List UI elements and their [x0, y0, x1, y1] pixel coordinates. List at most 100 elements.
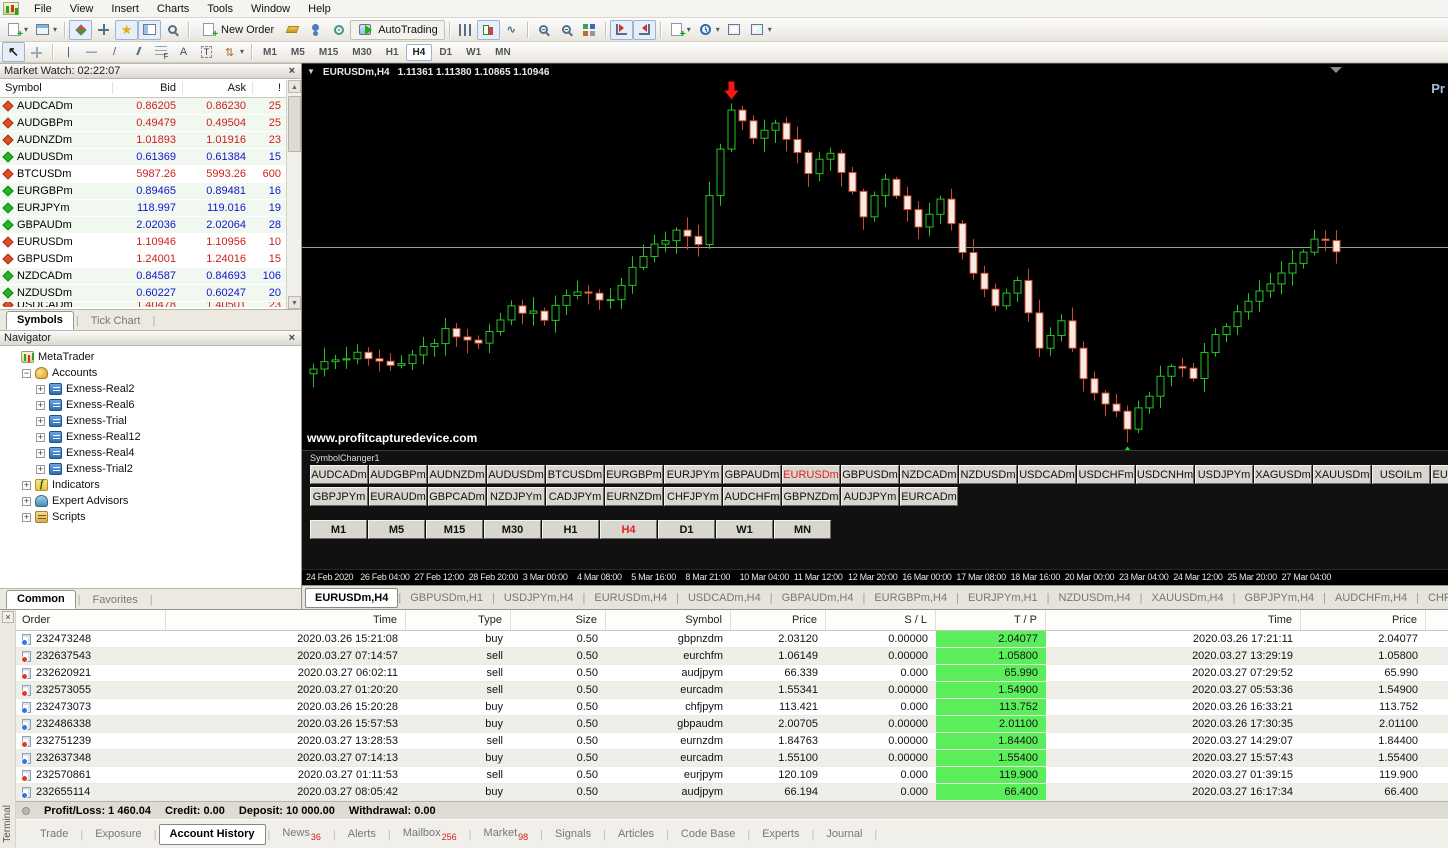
scroll-down-icon[interactable]: ▼ [288, 296, 301, 309]
terminal-tab-code-base[interactable]: Code Base [671, 825, 745, 844]
candle-chart-button[interactable] [476, 19, 500, 40]
chart-tab-1[interactable]: GBPUSDm,H1 [401, 589, 492, 607]
bar-chart-button[interactable] [454, 20, 477, 40]
terminal-tab-exposure[interactable]: Exposure [85, 825, 151, 844]
cursor-tool[interactable]: ↖ [2, 42, 25, 62]
layouts-button[interactable]: ▾ [746, 20, 775, 40]
history-column-price[interactable]: Price [731, 610, 826, 630]
sc-timeframe-mn[interactable]: MN [774, 520, 831, 539]
terminal-tab-journal[interactable]: Journal [816, 825, 872, 844]
column-symbol[interactable]: Symbol [0, 82, 112, 94]
sc-timeframe-h4[interactable]: H4 [600, 520, 657, 539]
symbol-button-usdcadm[interactable]: USDCADm [1018, 465, 1076, 484]
navigator-toggle[interactable]: ★ [115, 19, 139, 40]
history-column-type[interactable]: Type [406, 610, 511, 630]
market-watch-row[interactable]: EURJPYm 118.997 119.016 19 [0, 200, 286, 217]
market-watch-row[interactable]: AUDUSDm 0.61369 0.61384 15 [0, 149, 286, 166]
chart-tab-11[interactable]: AUDCHFm,H4 [1326, 589, 1416, 607]
symbol-button-usdchfm[interactable]: USDCHFm [1077, 465, 1135, 484]
symbol-button-gbpaudm[interactable]: GBPAUDm [723, 465, 781, 484]
column-ask[interactable]: Ask [182, 82, 252, 94]
vertical-line-tool[interactable]: | [57, 42, 80, 62]
symbol-button-audcadm[interactable]: AUDCADm [310, 465, 368, 484]
symbol-button-xagusdm[interactable]: XAGUSDm [1254, 465, 1312, 484]
symbol-button-audnzdm[interactable]: AUDNZDm [428, 465, 486, 484]
history-column-order[interactable]: Order [16, 610, 166, 630]
symbol-button-audgbpm[interactable]: AUDGBPm [369, 465, 427, 484]
chart-tab-5[interactable]: GBPAUDm,H4 [773, 589, 863, 607]
expand-icon[interactable]: + [36, 432, 45, 442]
expand-icon[interactable]: + [36, 400, 45, 410]
sc-timeframe-d1[interactable]: D1 [658, 520, 715, 539]
collapse-icon[interactable]: − [22, 368, 31, 378]
market-watch-row[interactable]: NZDCADm 0.84587 0.84693 106 [0, 268, 286, 285]
crosshair-tool[interactable] [25, 42, 48, 62]
market-watch-row[interactable]: AUDNZDm 1.01893 1.01916 23 [0, 132, 286, 149]
navigator-tab-favorites[interactable]: Favorites [83, 592, 148, 609]
expand-icon[interactable]: + [22, 496, 31, 506]
new-order-button[interactable]: + New Order [193, 20, 281, 40]
chart-tab-12[interactable]: CHFJPYm,H1 [1419, 589, 1448, 607]
sc-timeframe-w1[interactable]: W1 [716, 520, 773, 539]
market-watch-close-icon[interactable]: × [287, 66, 297, 77]
expand-icon[interactable]: + [36, 384, 45, 394]
history-row[interactable]: 232473073 2020.03.26 15:20:28 buy 0.50 chfjp… [16, 699, 1448, 716]
terminal-tab-trade[interactable]: Trade [30, 825, 78, 844]
symbol-button-chfjpym[interactable]: CHFJPYm [664, 487, 722, 506]
symbol-button-eurgbpm[interactable]: EURGBPm [605, 465, 663, 484]
history-row[interactable]: 232637543 2020.03.27 07:14:57 sell 0.50 eurc… [16, 648, 1448, 665]
menu-help[interactable]: Help [299, 2, 340, 16]
symbol-button-cadjpym[interactable]: CADJPYm [546, 487, 604, 506]
column-bid[interactable]: Bid [112, 82, 182, 94]
market-watch-row[interactable]: AUDCADm 0.86205 0.86230 25 [0, 98, 286, 115]
navigator-tab-common[interactable]: Common [6, 590, 76, 609]
symbol-button-usdjpym[interactable]: USDJPYm [1195, 465, 1253, 484]
scrollbar-thumb[interactable] [288, 96, 301, 152]
auto-scroll-button[interactable] [609, 19, 633, 40]
menu-tools[interactable]: Tools [198, 2, 242, 16]
symbol-button-eurjpym[interactable]: EURJPYm [664, 465, 722, 484]
expand-icon[interactable]: + [22, 512, 31, 522]
history-row[interactable]: 232637348 2020.03.27 07:14:13 buy 0.50 eurca… [16, 750, 1448, 767]
tree-item-metatrader[interactable]: MetaTrader [4, 349, 301, 365]
market-watch-row[interactable]: USDCADm 1.40478 1.40501 23 [0, 302, 286, 308]
history-column-size[interactable]: Size [511, 610, 606, 630]
tree-item-scripts[interactable]: + Scripts [4, 509, 301, 525]
symbol-button-usoilm[interactable]: USOILm [1372, 465, 1430, 484]
symbol-button-nzdjpym[interactable]: NZDJPYm [487, 487, 545, 506]
zoom-in-button[interactable] [532, 20, 555, 40]
market-watch-tab-symbols[interactable]: Symbols [6, 311, 74, 330]
terminal-tab-experts[interactable]: Experts [752, 825, 809, 844]
indicators-button[interactable]: + ▾ [665, 20, 694, 40]
text-tool[interactable]: A [172, 42, 195, 62]
expand-icon[interactable]: + [22, 480, 31, 490]
terminal-tab-market[interactable]: Market 98 [474, 824, 539, 846]
market-watch-tab-tick-chart[interactable]: Tick Chart [81, 313, 151, 330]
menu-insert[interactable]: Insert [102, 2, 148, 16]
market-watch-row[interactable]: EURUSDm 1.10946 1.10956 10 [0, 234, 286, 251]
data-window-toggle[interactable] [92, 20, 115, 40]
history-row[interactable]: 232486338 2020.03.26 15:57:53 buy 0.50 gbpau… [16, 716, 1448, 733]
menu-file[interactable]: File [25, 2, 61, 16]
sc-timeframe-m30[interactable]: M30 [484, 520, 541, 539]
history-column-time[interactable]: Time [166, 610, 406, 630]
tree-item-indicators[interactable]: + Indicators [4, 477, 301, 493]
symbol-button-eurnzdm[interactable]: EURNZDm [605, 487, 663, 506]
history-column-sl[interactable]: S / L [826, 610, 936, 630]
chart-menu-icon[interactable]: ▼ [307, 67, 315, 78]
chart-tab-9[interactable]: XAUUSDm,H4 [1142, 589, 1232, 607]
terminal-tab-mailbox[interactable]: Mailbox 256 [393, 824, 467, 846]
terminal-tab-signals[interactable]: Signals [545, 825, 601, 844]
sc-timeframe-m1[interactable]: M1 [310, 520, 367, 539]
chart-tab-4[interactable]: USDCADm,H4 [679, 589, 770, 607]
terminal-tab-alerts[interactable]: Alerts [338, 825, 386, 844]
trendline-tool[interactable]: / [103, 42, 126, 62]
tree-item-exness-trial[interactable]: + Exness-Trial [4, 413, 301, 429]
symbol-button-nzdusdm[interactable]: NZDUSDm [959, 465, 1017, 484]
chart-canvas[interactable]: ▼ EURUSDm,H4 1.11361 1.11380 1.10865 1.1… [302, 63, 1448, 569]
tree-item-exness-real6[interactable]: + Exness-Real6 [4, 397, 301, 413]
symbol-button-btcusdm[interactable]: BTCUSDm [546, 465, 604, 484]
market-watch-row[interactable]: BTCUSDm 5987.26 5993.26 600 [0, 166, 286, 183]
market-watch-row[interactable]: EURGBPm 0.89465 0.89481 16 [0, 183, 286, 200]
time-axis[interactable]: 24 Feb 2020 26 Feb 04:00 27 Feb 12:00 28 Fe… [302, 569, 1448, 585]
